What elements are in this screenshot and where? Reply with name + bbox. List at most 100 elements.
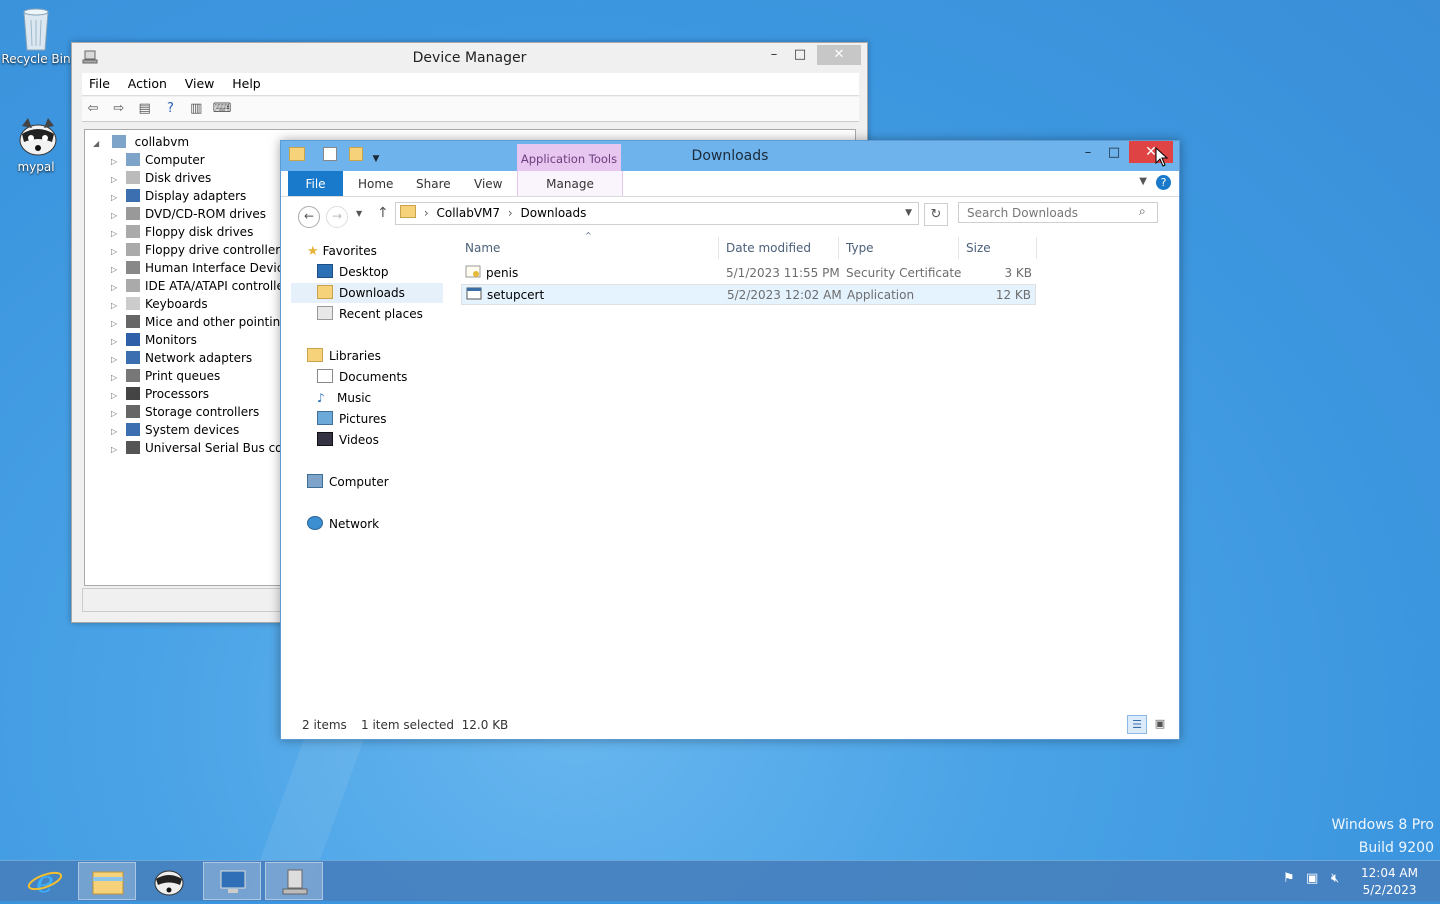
back-arrow-icon[interactable]: ⇦ bbox=[83, 100, 103, 118]
column-header-date[interactable]: Date modified bbox=[726, 241, 811, 255]
tab-manage[interactable]: Manage bbox=[517, 171, 623, 196]
file-date: 5/1/2023 11:55 PM bbox=[726, 266, 840, 280]
back-arrow-icon[interactable]: ← bbox=[298, 206, 320, 228]
computer-icon bbox=[307, 474, 323, 488]
taskbar-device-manager[interactable] bbox=[265, 862, 323, 900]
forward-arrow-icon[interactable]: → bbox=[326, 206, 348, 228]
address-bar[interactable]: › CollabVM7 › Downloads ▼ bbox=[395, 202, 919, 225]
tree-item[interactable]: ▷ Floppy drive controllers bbox=[111, 241, 286, 259]
help-icon[interactable]: ? bbox=[1156, 175, 1171, 190]
taskbar-clock[interactable]: 12:04 AM 5/2/2023 bbox=[1361, 865, 1418, 899]
breadcrumb-separator[interactable]: › bbox=[424, 203, 429, 224]
tab-file[interactable]: File bbox=[288, 171, 343, 196]
help-icon[interactable]: ? bbox=[160, 100, 180, 118]
scan-hardware-icon[interactable]: ⌨ bbox=[212, 100, 232, 118]
nav-downloads[interactable]: Downloads bbox=[291, 283, 443, 303]
search-icon[interactable]: ⌕ bbox=[1139, 204, 1146, 219]
column-divider[interactable] bbox=[958, 237, 959, 259]
window-title: Downloads bbox=[691, 148, 769, 164]
documents-icon bbox=[317, 369, 333, 383]
tree-item[interactable]: ▷ Floppy disk drives bbox=[111, 223, 253, 241]
device-category-icon bbox=[126, 207, 140, 220]
column-header-name[interactable]: Name bbox=[465, 241, 500, 255]
tree-item[interactable]: ▷ Computer bbox=[111, 151, 205, 169]
taskbar-remote-desktop[interactable] bbox=[203, 862, 261, 900]
column-divider[interactable] bbox=[1036, 237, 1037, 259]
tree-item[interactable]: ▷ Print queues bbox=[111, 367, 220, 385]
nav-network[interactable]: Network bbox=[307, 514, 379, 534]
minimize-button[interactable]: – bbox=[761, 45, 787, 65]
nav-libraries[interactable]: Libraries bbox=[307, 346, 381, 366]
breadcrumb-collabvm7[interactable]: CollabVM7 bbox=[436, 203, 500, 224]
desktop-icon-mypal[interactable]: mypal bbox=[0, 114, 72, 174]
tree-item[interactable]: ▷ Storage controllers bbox=[111, 403, 259, 421]
column-divider[interactable] bbox=[718, 237, 719, 259]
expand-ribbon-chevron-icon[interactable]: ▼ bbox=[1139, 176, 1147, 187]
selection-info: 1 item selected 12.0 KB bbox=[361, 718, 509, 732]
tree-item[interactable]: ▷ Disk drives bbox=[111, 169, 211, 187]
file-row[interactable]: penis 5/1/2023 11:55 PM Security Certifi… bbox=[461, 263, 1036, 284]
maximize-button[interactable]: □ bbox=[1101, 143, 1127, 163]
explorer-titlebar[interactable]: ▼ Application Tools Downloads – □ ✕ bbox=[281, 141, 1179, 171]
close-button[interactable]: ✕ bbox=[817, 45, 861, 65]
tree-item[interactable]: ▷ Human Interface Devices bbox=[111, 259, 297, 277]
device-manager-titlebar[interactable]: Device Manager – □ ✕ bbox=[72, 43, 867, 73]
file-list[interactable]: Name ^ Date modified Type Size penis 5/1… bbox=[461, 231, 1169, 707]
column-header-size[interactable]: Size bbox=[966, 241, 991, 255]
up-arrow-icon[interactable]: ↑ bbox=[377, 205, 389, 221]
nav-favorites[interactable]: ★ Favorites bbox=[307, 241, 377, 261]
tree-item[interactable]: ▷ Keyboards bbox=[111, 295, 208, 313]
column-header-type[interactable]: Type bbox=[846, 241, 874, 255]
tree-item-label: Floppy drive controllers bbox=[145, 243, 287, 257]
taskbar-internet-explorer[interactable]: e bbox=[16, 862, 74, 900]
tree-item[interactable]: ▷ Network adapters bbox=[111, 349, 252, 367]
menu-help[interactable]: Help bbox=[225, 73, 268, 94]
tree-item[interactable]: ▷ IDE ATA/ATAPI controllers bbox=[111, 277, 295, 295]
tree-item[interactable]: ▷ System devices bbox=[111, 421, 239, 439]
menu-view[interactable]: View bbox=[178, 73, 222, 94]
nav-documents[interactable]: Documents bbox=[317, 367, 407, 387]
breadcrumb-downloads[interactable]: Downloads bbox=[521, 203, 587, 224]
address-dropdown-chevron-icon[interactable]: ▼ bbox=[905, 203, 912, 224]
tree-item[interactable]: ▷ Monitors bbox=[111, 331, 197, 349]
recycle-bin-icon bbox=[16, 6, 56, 51]
nav-music[interactable]: ♪ Music bbox=[317, 388, 371, 408]
tree-item[interactable]: ▷ DVD/CD-ROM drives bbox=[111, 205, 266, 223]
search-input[interactable]: Search Downloads bbox=[958, 202, 1158, 223]
file-row-selected[interactable]: setupcert 5/2/2023 12:02 AM Application … bbox=[461, 284, 1036, 305]
menu-action[interactable]: Action bbox=[121, 73, 174, 94]
tab-share[interactable]: Share bbox=[416, 171, 451, 196]
volume-muted-icon[interactable]: 🔇︎ bbox=[1331, 871, 1339, 886]
taskbar-mypal[interactable] bbox=[140, 862, 198, 900]
nav-computer[interactable]: Computer bbox=[307, 472, 389, 492]
tree-item[interactable]: ▷ Processors bbox=[111, 385, 209, 403]
taskbar-file-explorer[interactable] bbox=[78, 862, 136, 900]
file-size: 12 KB bbox=[995, 288, 1031, 302]
recent-locations-chevron-icon[interactable]: ▼ bbox=[356, 209, 362, 218]
properties-grid-icon[interactable]: ▤ bbox=[135, 100, 155, 118]
action-center-flag-icon[interactable]: ⚑ bbox=[1283, 871, 1295, 886]
maximize-button[interactable]: □ bbox=[787, 45, 813, 65]
file-explorer-window[interactable]: ▼ Application Tools Downloads – □ ✕ File… bbox=[280, 140, 1180, 740]
collapse-arrow-icon[interactable]: ◢ bbox=[93, 135, 105, 153]
details-icon[interactable]: ▥ bbox=[186, 100, 206, 118]
nav-recent-places[interactable]: Recent places bbox=[317, 304, 423, 324]
large-icons-view-icon[interactable]: ▣ bbox=[1151, 715, 1169, 732]
network-tray-icon[interactable]: ▣ bbox=[1306, 871, 1318, 886]
expand-arrow-icon[interactable]: ▷ bbox=[111, 441, 123, 459]
forward-arrow-icon[interactable]: ⇨ bbox=[109, 100, 129, 118]
menu-file[interactable]: File bbox=[82, 73, 117, 94]
minimize-button[interactable]: – bbox=[1075, 143, 1101, 163]
tree-item[interactable]: ▷ Display adapters bbox=[111, 187, 246, 205]
refresh-icon[interactable]: ↻ bbox=[924, 203, 948, 226]
tab-home[interactable]: Home bbox=[358, 171, 393, 196]
nav-desktop[interactable]: Desktop bbox=[317, 262, 389, 282]
details-view-icon[interactable]: ☰ bbox=[1127, 715, 1147, 734]
tab-view[interactable]: View bbox=[474, 171, 502, 196]
breadcrumb-separator[interactable]: › bbox=[508, 203, 513, 224]
tree-root[interactable]: ◢ collabvm bbox=[93, 133, 189, 151]
column-divider[interactable] bbox=[838, 237, 839, 259]
nav-pictures[interactable]: Pictures bbox=[317, 409, 387, 429]
nav-videos[interactable]: Videos bbox=[317, 430, 379, 450]
desktop-icon-recycle-bin[interactable]: Recycle Bin bbox=[0, 6, 72, 66]
